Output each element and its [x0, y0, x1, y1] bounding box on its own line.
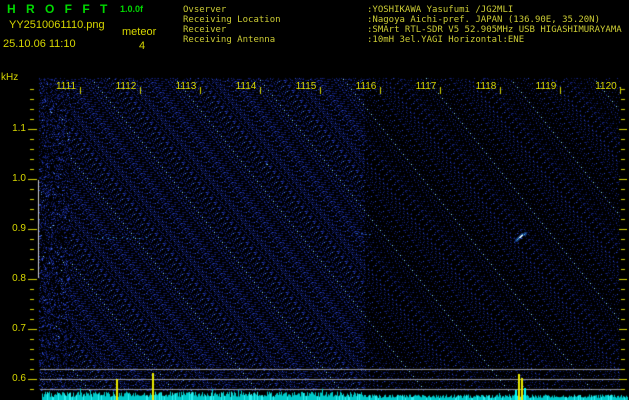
- info-label: Receiving Antenna: [183, 35, 276, 45]
- app-title: H R O F F T: [7, 2, 111, 16]
- spectrogram-canvas: [0, 0, 629, 400]
- info-value: :SMArt RTL-SDR V5 52.905MHz USB HIGASHIM…: [367, 25, 622, 35]
- time-tick-label: 1111: [55, 81, 77, 92]
- time-tick-label: 1117: [415, 81, 437, 92]
- time-tick-label: 1118: [475, 81, 497, 92]
- freq-tick-label: 1.1: [12, 123, 26, 134]
- hrofft-screen: H R O F F T 1.0.0f YY2510061110.png mete…: [0, 0, 629, 400]
- info-row-receiver: Receiver :SMArt RTL-SDR V5 52.905MHz USB…: [183, 25, 622, 35]
- mode-label: meteor: [122, 26, 157, 38]
- info-label: Ovserver: [183, 5, 227, 15]
- freq-tick-label: 0.8: [12, 273, 26, 284]
- time-tick-label: 1114: [235, 81, 257, 92]
- freq-tick-label: 0.7: [12, 323, 26, 334]
- info-row-location: Receiving Location :Nagoya Aichi-pref. J…: [183, 15, 622, 25]
- observation-datetime: 25.10.06 11:10: [3, 38, 76, 50]
- echo-count: 4: [139, 40, 146, 52]
- freq-tick-label: 0.9: [12, 223, 26, 234]
- freq-tick-label: 1.0: [12, 173, 26, 184]
- info-value: :Nagoya Aichi-pref. JAPAN (136.90E, 35.2…: [367, 15, 600, 25]
- info-value: :10mH 3el.YAGI Horizontal:ENE: [367, 35, 525, 45]
- info-label: Receiver: [183, 25, 227, 35]
- time-tick-label: 1112: [115, 81, 137, 92]
- time-tick-label: 1116: [355, 81, 377, 92]
- time-tick-label: 1113: [175, 81, 197, 92]
- output-filename: YY2510061110.png: [9, 19, 105, 31]
- freq-tick-label: 0.6: [12, 373, 26, 384]
- time-tick-label: 1115: [295, 81, 317, 92]
- info-label: Receiving Location: [183, 15, 281, 25]
- app-version: 1.0.0f: [120, 4, 144, 14]
- info-row-antenna: Receiving Antenna :10mH 3el.YAGI Horizon…: [183, 35, 622, 45]
- info-value: :YOSHIKAWA Yasufumi /JG2MLI: [367, 5, 514, 15]
- time-tick-label: 1120: [595, 81, 617, 92]
- station-info: Ovserver :YOSHIKAWA Yasufumi /JG2MLI Rec…: [183, 5, 622, 45]
- info-row-observer: Ovserver :YOSHIKAWA Yasufumi /JG2MLI: [183, 5, 622, 15]
- freq-unit-label: kHz: [1, 72, 19, 83]
- time-tick-label: 1119: [535, 81, 557, 92]
